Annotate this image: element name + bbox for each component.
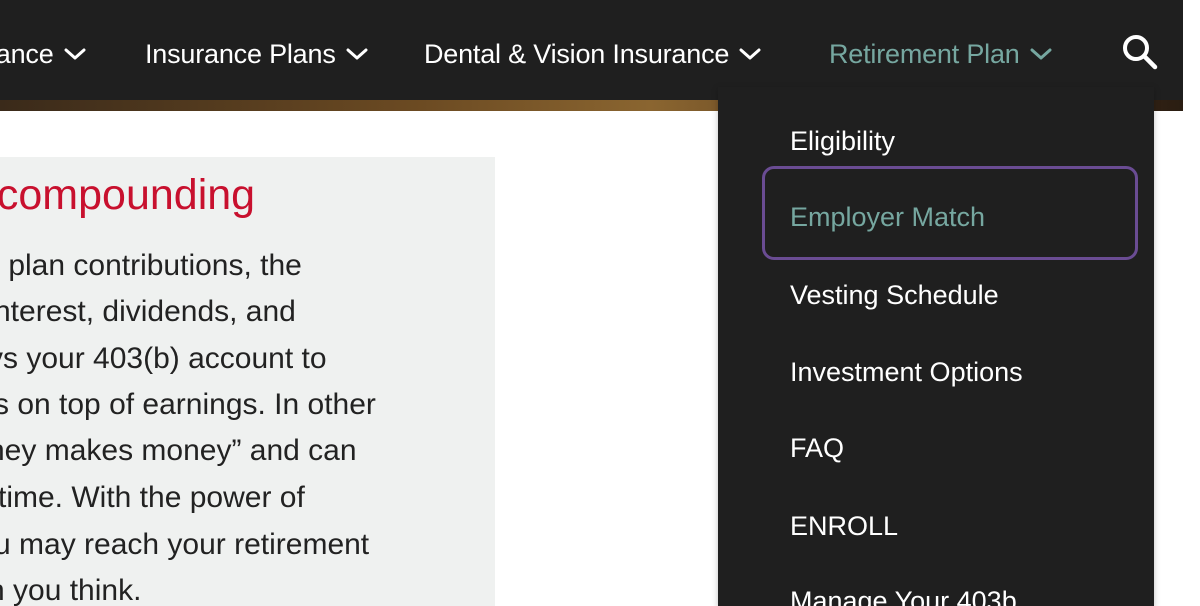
search-icon [1123,35,1158,70]
chevron-down-icon [64,47,86,61]
nav-item-dental-vision[interactable]: Dental & Vision Insurance [424,36,761,72]
article-text-line: s on top of earnings. In other [0,388,376,421]
nav-item-label: rance [0,38,54,69]
menu-item-vesting-schedule[interactable]: Vesting Schedule [790,275,999,315]
menu-item-investment-options[interactable]: Investment Options [790,352,1023,392]
menu-item-faq[interactable]: FAQ [790,428,844,468]
chevron-down-icon [1030,47,1052,61]
article-panel: f compounding r plan contributions, the … [0,157,495,606]
article-text-line: vs your 403(b) account to [0,342,327,375]
article-text-line: r plan contributions, the [0,249,302,282]
article-heading: f compounding [0,171,256,219]
nav-item-retirement-plan[interactable]: Retirement Plan [829,36,1052,72]
article-text-line: ney makes money” and can [0,434,357,467]
nav-item-label: Insurance Plans [145,38,336,69]
page-gutter [1183,0,1200,111]
article-text-line: u may reach your retirement [0,528,370,561]
menu-item-enroll[interactable]: ENROLL [790,506,898,546]
nav-item-label: Dental & Vision Insurance [424,38,730,69]
menu-item-manage-403b[interactable]: Manage Your 403b [790,581,1017,606]
nav-item-insurance-plans[interactable]: Insurance Plans [145,36,368,72]
menu-item-eligibility[interactable]: Eligibility [790,121,895,161]
search-button[interactable] [1120,32,1160,72]
retirement-plan-dropdown-menu: Eligibility Employer Match Vesting Sched… [718,87,1154,606]
chevron-down-icon [739,47,761,61]
nav-item-label: Retirement Plan [829,38,1020,69]
article-text-line: n you think. [0,574,142,606]
article-text-line: nterest, dividends, and [0,295,296,328]
article-text-line: time. With the power of [0,481,305,514]
menu-item-employer-match[interactable]: Employer Match [790,197,985,237]
nav-item-insurance[interactable]: rance [0,36,86,72]
chevron-down-icon [346,47,368,61]
